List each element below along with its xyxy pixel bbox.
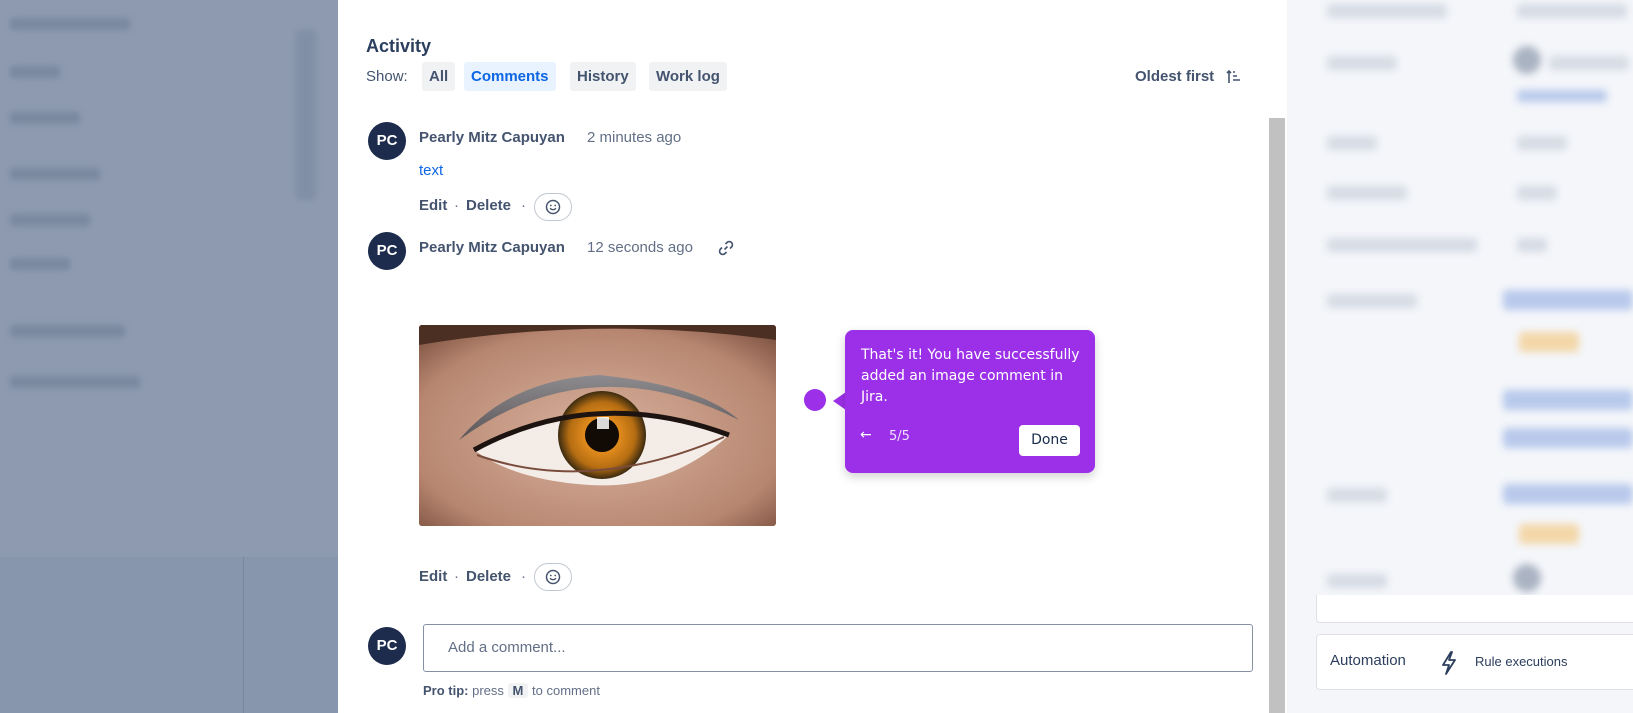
- separator-dot: ·: [521, 197, 526, 214]
- avatar[interactable]: PC: [368, 232, 406, 270]
- blurred-backdrop-lower: [0, 557, 338, 713]
- separator-dot: ·: [454, 568, 459, 585]
- tour-beacon-dot[interactable]: [804, 389, 826, 411]
- pro-tip-press: press: [472, 683, 504, 698]
- tab-work-log[interactable]: Work log: [649, 62, 727, 91]
- tour-tooltip: That's it! You have successfully added a…: [845, 330, 1095, 473]
- lightning-bolt-icon: [1442, 651, 1456, 675]
- details-field-box: [1316, 595, 1633, 623]
- separator-dot: ·: [521, 568, 526, 585]
- comment-image-eye-photo[interactable]: [419, 325, 776, 526]
- tab-all[interactable]: All: [422, 62, 456, 91]
- avatar[interactable]: PC: [368, 627, 406, 665]
- done-button[interactable]: Done: [1019, 425, 1080, 456]
- automation-label: Automation: [1330, 652, 1406, 669]
- copy-link-icon[interactable]: [717, 239, 735, 257]
- emoji-smiley-icon: [545, 569, 561, 585]
- comment-timestamp[interactable]: 2 minutes ago: [587, 129, 681, 146]
- comment-body-text: text: [419, 162, 444, 179]
- pro-tip-label: Pro tip:: [423, 683, 469, 698]
- tab-comments[interactable]: Comments: [464, 62, 556, 91]
- tooltip-message: That's it! You have successfully added a…: [861, 347, 1080, 405]
- comment-timestamp[interactable]: 12 seconds ago: [587, 239, 693, 256]
- edit-comment-button[interactable]: Edit: [419, 568, 447, 585]
- add-comment-input[interactable]: Add a comment...: [423, 624, 1253, 672]
- delete-comment-button[interactable]: Delete: [466, 197, 511, 214]
- step-counter: 5/5: [889, 429, 910, 444]
- show-filter-label: Show:: [366, 68, 408, 85]
- delete-comment-button[interactable]: Delete: [466, 568, 511, 585]
- comment-author[interactable]: Pearly Mitz Capuyan: [419, 239, 565, 256]
- add-reaction-button[interactable]: [534, 193, 572, 221]
- sort-ascending-icon[interactable]: [1226, 69, 1242, 85]
- pro-tip-suffix: to comment: [532, 683, 600, 698]
- avatar[interactable]: PC: [368, 122, 406, 160]
- keyboard-shortcut-key: M: [507, 683, 529, 698]
- add-reaction-button[interactable]: [534, 563, 572, 591]
- tab-history[interactable]: History: [570, 62, 636, 91]
- sort-order-button[interactable]: Oldest first: [1135, 68, 1214, 85]
- edit-comment-button[interactable]: Edit: [419, 197, 447, 214]
- pro-tip: Pro tip: press M to comment: [423, 683, 600, 698]
- emoji-smiley-icon: [545, 199, 561, 215]
- activity-heading: Activity: [366, 36, 432, 56]
- rule-executions-link[interactable]: Rule executions: [1475, 654, 1568, 669]
- separator-dot: ·: [454, 197, 459, 214]
- scrollbar-thumb[interactable]: [1269, 118, 1285, 713]
- comment-author[interactable]: Pearly Mitz Capuyan: [419, 129, 565, 146]
- back-arrow-icon[interactable]: ←: [860, 427, 872, 443]
